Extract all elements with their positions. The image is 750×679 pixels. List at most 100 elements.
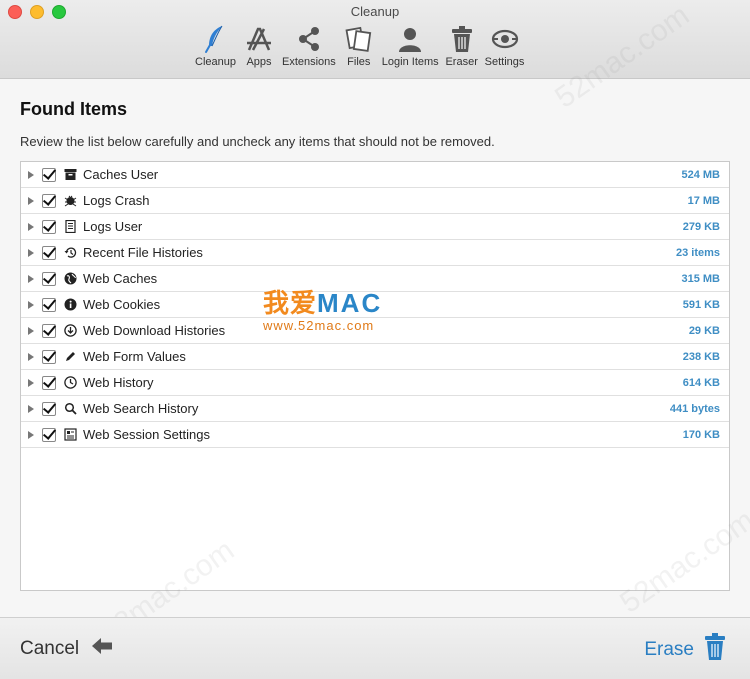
item-checkbox[interactable]: [42, 271, 56, 286]
bug-icon: [63, 194, 77, 208]
session-icon: [63, 428, 77, 442]
item-checkbox[interactable]: [42, 323, 56, 338]
erase-button[interactable]: Erase: [644, 633, 726, 666]
item-checkbox[interactable]: [42, 297, 56, 312]
list-item[interactable]: Web Search History 441 bytes: [21, 396, 729, 422]
item-label: Web Download Histories: [83, 323, 226, 338]
item-size: 524 MB: [681, 168, 720, 181]
cancel-button[interactable]: Cancel: [20, 637, 113, 660]
list-item[interactable]: Logs Crash 17 MB: [21, 188, 729, 214]
toolbar-eraser-label: Eraser: [445, 56, 478, 68]
list-item[interactable]: Logs User 279 KB: [21, 214, 729, 240]
item-size: 170 KB: [682, 428, 720, 441]
watermark-en-text: MAC: [317, 288, 383, 318]
item-checkbox[interactable]: [42, 375, 56, 390]
disclosure-triangle-icon[interactable]: [28, 326, 34, 335]
history-icon: [63, 246, 77, 260]
disclosure-triangle-icon[interactable]: [28, 404, 34, 413]
toolbar-apps-label: Apps: [246, 56, 272, 68]
window-title: Cleanup: [350, 4, 400, 19]
app-store-icon: [242, 24, 276, 54]
title-bar: Cleanup Cleanup Apps Extensions Files Lo…: [0, 0, 750, 79]
info-icon: [63, 298, 77, 312]
item-checkbox[interactable]: [42, 401, 56, 416]
toolbar-cleanup[interactable]: Cleanup: [192, 24, 239, 68]
files-icon: [342, 24, 376, 54]
disclosure-triangle-icon[interactable]: [28, 378, 34, 387]
item-checkbox[interactable]: [42, 349, 56, 364]
clock-icon: [63, 376, 77, 390]
toolbar-extensions-label: Extensions: [281, 56, 336, 68]
download-icon: [63, 324, 77, 338]
item-label: Caches User: [83, 167, 159, 182]
disclosure-triangle-icon[interactable]: [28, 170, 34, 179]
item-checkbox[interactable]: [42, 427, 56, 442]
item-label: Web History: [83, 375, 154, 390]
item-label: Web Search History: [83, 401, 199, 416]
item-size: 29 KB: [688, 324, 720, 337]
magnifier-icon: [63, 402, 77, 416]
item-checkbox[interactable]: [42, 219, 56, 234]
item-size: 279 KB: [682, 220, 720, 233]
item-size: 614 KB: [682, 376, 720, 389]
list-item[interactable]: Recent File Histories 23 items: [21, 240, 729, 266]
toolbar-login-items-label: Login Items: [381, 56, 439, 68]
globe-icon: [63, 272, 77, 286]
disclosure-triangle-icon[interactable]: [28, 430, 34, 439]
item-label: Web Caches: [83, 271, 158, 286]
item-label: Web Session Settings: [83, 427, 210, 442]
item-checkbox[interactable]: [42, 245, 56, 260]
list-item[interactable]: Web Session Settings 170 KB: [21, 422, 729, 448]
toolbar-settings-label: Settings: [484, 56, 525, 68]
toolbar-extensions[interactable]: Extensions: [279, 24, 339, 68]
disclosure-triangle-icon[interactable]: [28, 274, 34, 283]
toolbar-files[interactable]: Files: [339, 24, 379, 68]
archive-box-icon: [63, 168, 77, 182]
disclosure-triangle-icon[interactable]: [28, 352, 34, 361]
toolbar-login-items[interactable]: Login Items: [379, 24, 442, 68]
item-label: Recent File Histories: [83, 245, 203, 260]
watermark-cn-text: 我爱: [263, 288, 318, 318]
bottom-bar: Cancel Erase: [0, 617, 750, 679]
back-arrow-icon: [91, 637, 113, 660]
disclosure-triangle-icon[interactable]: [28, 222, 34, 231]
list-item[interactable]: Web Form Values 238 KB: [21, 344, 729, 370]
user-icon: [393, 24, 427, 54]
item-label: Logs User: [83, 219, 143, 234]
trash-icon: [445, 24, 479, 54]
pencil-icon: [63, 350, 77, 364]
trash-icon: [704, 633, 726, 666]
toolbar-files-label: Files: [347, 56, 371, 68]
item-size: 23 items: [675, 246, 720, 259]
toolbar: Cleanup Apps Extensions Files Login Item…: [192, 24, 527, 68]
item-label: Web Form Values: [83, 349, 186, 364]
item-size: 441 bytes: [669, 402, 720, 415]
item-checkbox[interactable]: [42, 167, 56, 182]
share-icon: [292, 24, 326, 54]
cancel-label: Cancel: [20, 637, 80, 659]
disclosure-triangle-icon[interactable]: [28, 196, 34, 205]
item-label: Web Cookies: [83, 297, 161, 312]
item-size: 315 MB: [681, 272, 720, 285]
found-items-list[interactable]: Caches User 524 MB Logs Crash 17 MB Logs…: [20, 161, 730, 591]
list-item[interactable]: Web History 614 KB: [21, 370, 729, 396]
instructions-text: Review the list below carefully and unch…: [20, 134, 495, 149]
watermark-logo: 我爱MAC www.52mac.com: [263, 283, 382, 333]
list-item[interactable]: Caches User 524 MB: [21, 162, 729, 188]
disclosure-triangle-icon[interactable]: [28, 248, 34, 257]
document-icon: [63, 220, 77, 234]
item-size: 591 KB: [682, 298, 720, 311]
toolbar-cleanup-label: Cleanup: [195, 56, 236, 68]
toolbar-apps[interactable]: Apps: [239, 24, 279, 68]
erase-label: Erase: [644, 638, 694, 660]
item-size: 238 KB: [682, 350, 720, 363]
disclosure-triangle-icon[interactable]: [28, 300, 34, 309]
item-checkbox[interactable]: [42, 193, 56, 208]
toolbar-settings[interactable]: Settings: [482, 24, 528, 68]
item-size: 17 MB: [687, 194, 720, 207]
page-title: Found Items: [20, 99, 127, 119]
feather-icon: [198, 24, 232, 54]
toolbar-eraser[interactable]: Eraser: [442, 24, 482, 68]
item-label: Logs Crash: [83, 193, 150, 208]
watermark-url: www.52mac.com: [263, 318, 375, 333]
